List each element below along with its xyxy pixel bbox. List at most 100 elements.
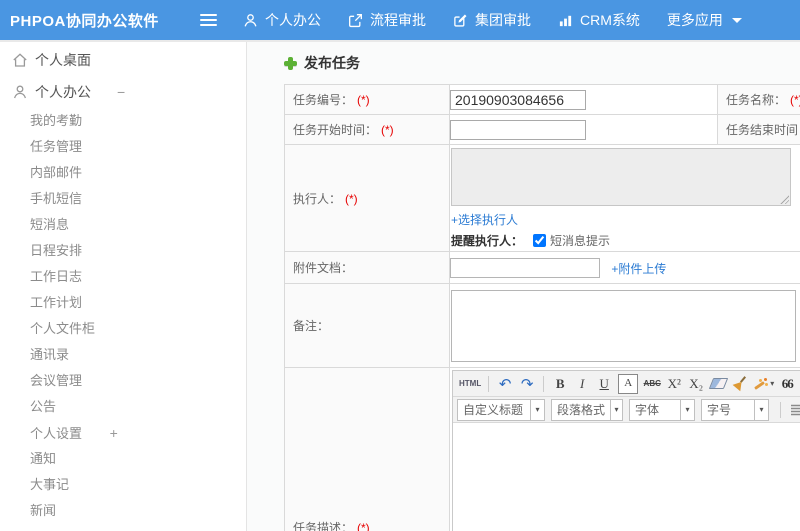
sidebar-item-work-plan[interactable]: 工作计划	[0, 290, 246, 316]
sidebar-item-task-management[interactable]: 任务管理	[0, 134, 246, 160]
required-mark: (*)	[357, 93, 370, 107]
sidebar-item-label: 个人文件柜	[30, 321, 96, 336]
sidebar-item-announcement[interactable]: 公告	[0, 394, 246, 420]
nav-more-apps[interactable]: 更多应用	[667, 10, 742, 30]
required-mark: (*)	[381, 123, 394, 137]
magic-wand-icon	[753, 377, 768, 391]
select-label: 字号	[707, 403, 732, 417]
hamburger-menu-icon[interactable]	[200, 14, 217, 26]
collapse-icon[interactable]: −	[117, 84, 125, 100]
sidebar-item-short-message[interactable]: 短消息	[0, 212, 246, 238]
start-time-input[interactable]	[450, 119, 586, 140]
subscript-button[interactable]: X₂	[686, 374, 706, 394]
home-icon	[13, 53, 27, 67]
sidebar-item-personal-office[interactable]: 个人办公 −	[0, 76, 246, 108]
nav-label: CRM系统	[580, 12, 640, 28]
chevron-down-icon: ▾	[610, 399, 622, 420]
publish-task-form: 任务编号：(*) 任务名称：(*) 任务开始时间：(*) 任务结束时间：(	[284, 84, 800, 531]
italic-button[interactable]: I	[572, 374, 592, 394]
sidebar-item-label: 手机短信	[30, 191, 83, 206]
nav-label: 更多应用	[666, 12, 723, 28]
sidebar-item-contacts[interactable]: 通讯录	[0, 342, 246, 368]
nav-crm-system[interactable]: CRM系统	[558, 10, 640, 30]
expand-icon[interactable]: +	[110, 425, 118, 441]
required-mark: (*)	[345, 191, 358, 206]
remark-textarea[interactable]	[451, 289, 796, 362]
sidebar-item-label: 工作日志	[30, 269, 83, 284]
sidebar-item-meeting-management[interactable]: 会议管理	[0, 368, 246, 394]
font-border-button[interactable]: A	[618, 373, 639, 394]
sidebar-item-personal-settings[interactable]: 个人设置 +	[0, 420, 246, 446]
bold-button[interactable]: B	[550, 374, 570, 394]
nav-personal-office[interactable]: 个人办公	[243, 10, 321, 30]
sidebar-item-personal-desktop[interactable]: 个人桌面	[0, 44, 246, 76]
user-icon	[13, 85, 27, 99]
sidebar-item-my-attendance[interactable]: 我的考勤	[0, 108, 246, 134]
remove-format-button[interactable]	[708, 374, 728, 394]
attachment-input[interactable]	[450, 257, 600, 278]
sidebar-item-label: 会议管理	[30, 373, 83, 388]
sidebar-item-label: 日程安排	[30, 243, 83, 258]
nav-label: 集团审批	[475, 12, 531, 28]
top-navbar: PHPOA协同办公软件 个人办公 流程审批 集团审批 CRM系统 更多应用	[0, 0, 800, 40]
chevron-down-icon: ▾	[770, 379, 775, 388]
sidebar-item-notification[interactable]: 通知	[0, 446, 246, 472]
underline-button[interactable]: U	[594, 374, 614, 394]
app-body: 个人桌面 个人办公 − 我的考勤 任务管理 内部邮件 手机短信 短消息 日程安排…	[0, 40, 800, 531]
sidebar-item-news[interactable]: 新闻	[0, 498, 246, 524]
sidebar-item-label: 内部邮件	[30, 165, 83, 180]
table-row: 任务描述： (*) HTML ↶ ↷ B I U A ABC X² X₂ ▾ 6…	[284, 367, 800, 531]
nav-process-approval[interactable]: 流程审批	[348, 10, 426, 30]
font-size-select[interactable]: 字号 ▾	[701, 398, 769, 421]
editor-content-area[interactable]	[453, 423, 800, 531]
select-executor-link[interactable]: +选择执行人	[451, 211, 518, 228]
sidebar-item-label: 个人设置	[30, 426, 83, 441]
align-left-button[interactable]	[788, 401, 800, 419]
resize-grip[interactable]	[779, 194, 789, 204]
paragraph-format-select[interactable]: 段落格式 ▾	[551, 398, 623, 421]
sidebar-item-major-events[interactable]: 大事记	[0, 472, 246, 498]
sidebar-item-personal-files[interactable]: 个人文件柜	[0, 316, 246, 342]
task-number-input[interactable]	[450, 89, 586, 110]
superscript-button[interactable]: X²	[664, 374, 684, 394]
upload-attachment-link[interactable]: +附件上传	[611, 262, 666, 276]
select-label: 自定义标题	[463, 403, 524, 417]
chevron-down-icon: ▾	[680, 399, 694, 420]
page-title-label: 发布任务	[304, 55, 360, 71]
remind-executor-label: 提醒执行人：	[451, 234, 524, 248]
task-number-label: 任务编号： (*)	[284, 84, 450, 115]
custom-title-select[interactable]: 自定义标题 ▾	[457, 398, 545, 421]
sidebar-item-internal-mail[interactable]: 内部邮件	[0, 160, 246, 186]
strikethrough-button[interactable]: ABC	[642, 374, 662, 394]
quick-format-button[interactable]: ▾	[752, 374, 775, 394]
undo-button[interactable]: ↶	[495, 374, 515, 394]
font-family-select[interactable]: 字体 ▾	[629, 398, 695, 421]
sms-remind-option-label: 短消息提示	[550, 234, 611, 248]
editor-toolbar-row-2: 自定义标题 ▾ 段落格式 ▾ 字体 ▾ 字号 ▾	[453, 397, 800, 423]
blockquote-button[interactable]: 66	[777, 374, 797, 394]
table-row: 任务编号：(*) 任务名称：(*)	[284, 84, 800, 115]
executor-textarea[interactable]	[451, 148, 791, 206]
broom-icon	[733, 376, 748, 391]
remark-label: 备注：	[284, 283, 450, 368]
nav-group-approval[interactable]: 集团审批	[453, 10, 531, 30]
editor-toolbar-row-1: HTML ↶ ↷ B I U A ABC X² X₂ ▾ 66	[453, 371, 800, 397]
sidebar-item-label: 公告	[30, 399, 57, 414]
format-brush-button[interactable]	[730, 374, 750, 394]
sidebar-item-label: 大事记	[30, 477, 70, 492]
sidebar-item-label: 通讯录	[30, 347, 70, 362]
task-name-label: 任务名称：(*)	[717, 84, 800, 115]
table-row: 备注：	[284, 283, 800, 368]
sidebar-item-schedule[interactable]: 日程安排	[0, 238, 246, 264]
table-row: 任务开始时间：(*) 任务结束时间：(*)	[284, 114, 800, 145]
required-mark: (*)	[357, 521, 370, 531]
html-source-button[interactable]: HTML	[458, 374, 482, 394]
redo-button[interactable]: ↷	[517, 374, 537, 394]
edit-icon	[454, 14, 467, 27]
sms-remind-checkbox[interactable]	[533, 234, 547, 247]
sidebar: 个人桌面 个人办公 − 我的考勤 任务管理 内部邮件 手机短信 短消息 日程安排…	[0, 42, 247, 531]
rich-text-editor: HTML ↶ ↷ B I U A ABC X² X₂ ▾ 66 自定义标题 ▾ …	[452, 370, 800, 531]
align-left-icon	[790, 404, 800, 415]
sidebar-item-work-log[interactable]: 工作日志	[0, 264, 246, 290]
sidebar-item-mobile-sms[interactable]: 手机短信	[0, 186, 246, 212]
